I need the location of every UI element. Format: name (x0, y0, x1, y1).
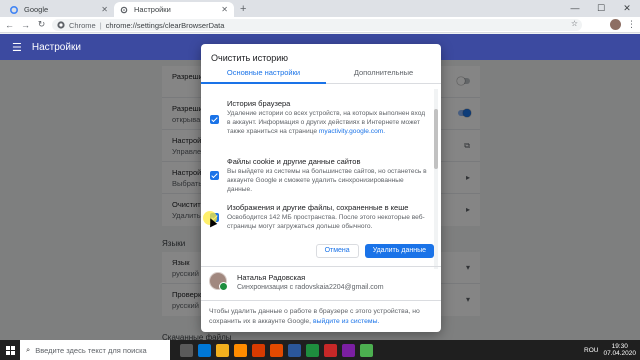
checkbox-browsing-history[interactable] (210, 115, 219, 124)
opera-icon[interactable] (324, 343, 337, 357)
back-button[interactable]: ← (3, 20, 16, 30)
close-icon[interactable]: ✕ (101, 5, 108, 14)
divider (201, 266, 441, 267)
language-indicator[interactable]: ROU (584, 347, 598, 354)
word-icon[interactable] (288, 343, 301, 357)
clock[interactable]: 19:30 07.04.2020 (603, 343, 636, 358)
address-bar[interactable]: Chrome | chrome://settings/clearBrowserD… (52, 19, 582, 31)
task-view-icon[interactable] (180, 343, 193, 357)
tab-settings[interactable]: Настройки ✕ (114, 2, 234, 17)
divider (201, 300, 441, 301)
reload-button[interactable]: ↻ (35, 19, 48, 30)
excel-icon[interactable] (306, 343, 319, 357)
tab-advanced[interactable]: Дополнительные (326, 68, 441, 84)
edge-icon[interactable] (198, 343, 211, 357)
start-button[interactable] (0, 340, 20, 360)
window-controls: — ☐ ✕ (562, 0, 640, 17)
clear-history-dialog: Очистить историю Основные настройки Допо… (201, 44, 441, 332)
maximize-button[interactable]: ☐ (588, 0, 614, 17)
menu-icon[interactable]: ⋮ (627, 19, 636, 30)
clock-date: 07.04.2020 (603, 350, 636, 357)
close-icon[interactable]: ✕ (221, 5, 228, 14)
firefox-icon[interactable] (270, 343, 283, 357)
profile-avatar[interactable] (610, 19, 621, 30)
hamburger-icon[interactable]: ☰ (12, 41, 22, 54)
tab-label: Google (24, 5, 49, 14)
checkbox-cookies[interactable] (210, 171, 219, 180)
windows-logo-icon (5, 345, 15, 355)
forward-button[interactable]: → (19, 20, 32, 30)
taskbar-search[interactable]: ⌕ Введите здесь текст для поиска (20, 340, 170, 360)
tab-strip: Google ✕ Настройки ✕ + — ☐ ✕ (0, 0, 640, 17)
clock-time: 19:30 (611, 342, 628, 350)
myactivity-link[interactable]: myactivity.google.com. (319, 128, 385, 135)
scrollbar-thumb[interactable] (434, 109, 438, 169)
option-title: Изображения и другие файлы, сохраненные … (227, 203, 409, 212)
gear-icon (120, 6, 128, 13)
option-title: История браузера (227, 99, 291, 108)
google-icon (10, 5, 18, 14)
dialog-actions: Отмена Удалить данные (315, 244, 434, 258)
dialog-tabs: Основные настройки Дополнительные (201, 64, 441, 84)
dialog-title: Очистить историю (211, 53, 289, 63)
vlc-icon[interactable] (234, 343, 247, 357)
chrome-taskbar-icon[interactable] (360, 343, 373, 357)
address-separator: | (99, 20, 102, 30)
new-tab-button[interactable]: + (240, 3, 246, 15)
toolbar-right: ⋮ (610, 19, 636, 30)
chrome-icon (57, 21, 65, 29)
explorer-icon[interactable] (216, 343, 229, 357)
address-host: Chrome (69, 20, 96, 30)
viber-icon[interactable] (342, 343, 355, 357)
option-title: Файлы cookie и другие данные сайтов (227, 157, 361, 166)
tab-google[interactable]: Google ✕ (4, 2, 114, 17)
cancel-button[interactable]: Отмена (315, 244, 359, 258)
windows-taskbar: ⌕ Введите здесь текст для поиска ROU 19:… (0, 340, 640, 360)
tab-label: Настройки (134, 5, 171, 14)
clear-data-button[interactable]: Удалить данные (364, 244, 434, 258)
option-description: Вы выйдете из системы на большинстве сай… (227, 168, 427, 193)
account-sync-status: Синхронизация с radovskaia2204@gmail.com (237, 284, 384, 291)
account-info: Наталья Радовская Синхронизация с radovs… (209, 272, 434, 296)
sign-out-link[interactable]: выйдите из системы. (313, 318, 379, 325)
taskbar-apps (180, 343, 373, 357)
option-description: Удаление истории со всех устройств, на к… (227, 110, 427, 137)
address-url: chrome://settings/clearBrowserData (105, 20, 225, 30)
browser-toolbar: ← → ↻ Chrome | chrome://settings/clearBr… (0, 17, 640, 33)
minimize-button[interactable]: — (562, 0, 588, 17)
powerpoint-icon[interactable] (252, 343, 265, 357)
page-title: Настройки (31, 41, 81, 53)
search-placeholder: Введите здесь текст для поиска (35, 345, 147, 355)
star-icon[interactable]: ☆ (571, 19, 578, 28)
dialog-options: История браузера Удаление истории со все… (201, 85, 441, 268)
option-description: Освободится 142 МБ пространства. После э… (227, 214, 425, 230)
close-window-button[interactable]: ✕ (614, 0, 640, 17)
dialog-scrollbar[interactable] (434, 89, 438, 269)
sign-out-note: Чтобы удалить данные о работе в браузере… (209, 307, 434, 326)
search-icon: ⌕ (26, 345, 31, 354)
avatar (209, 272, 228, 291)
system-tray: ROU 19:30 07.04.2020 (584, 340, 636, 360)
tab-basic[interactable]: Основные настройки (201, 68, 326, 84)
account-name: Наталья Радовская (237, 273, 306, 282)
